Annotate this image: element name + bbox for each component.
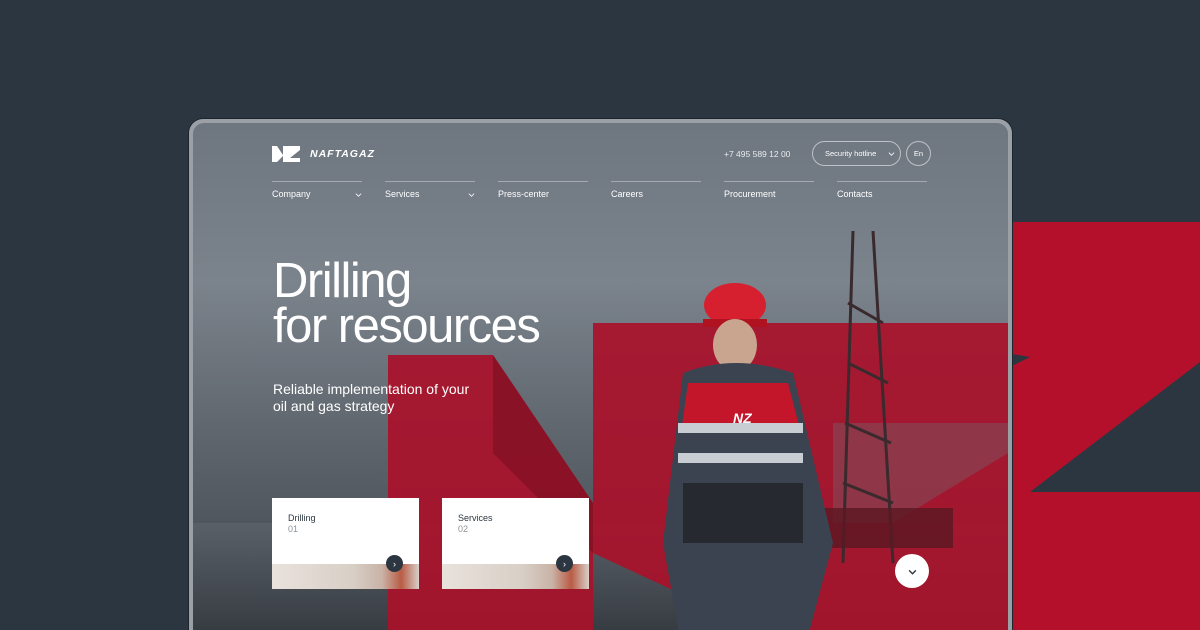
- main-nav: Company Services Press-center Careers Pr…: [272, 181, 927, 199]
- phone-number[interactable]: +7 495 589 12 00: [724, 149, 790, 159]
- chevron-down-icon: [468, 192, 475, 197]
- language-switch-button[interactable]: En: [906, 141, 931, 166]
- background-wedge: [1000, 352, 1200, 492]
- website-screen: NZ NAFTAGAZ +7 495 589 12 00 Security ho…: [193, 123, 1008, 630]
- hero-title: Drilling for resources: [273, 257, 541, 351]
- card-number: 01: [288, 524, 299, 534]
- hero-subtitle: Reliable implementation of your oil and …: [273, 381, 503, 415]
- nav-item-label: Careers: [611, 189, 644, 199]
- nav-item-contacts[interactable]: Contacts: [837, 181, 927, 199]
- scroll-down-button[interactable]: [895, 554, 929, 588]
- arrow-right-icon[interactable]: ›: [386, 555, 403, 572]
- card-title: Drilling: [288, 513, 316, 523]
- chevron-down-icon: [908, 569, 916, 575]
- nav-item-careers[interactable]: Careers: [611, 181, 701, 199]
- card-title: Services: [458, 513, 493, 523]
- card-services[interactable]: Services 02 ›: [442, 498, 589, 589]
- chevron-down-icon: [355, 192, 362, 197]
- logo[interactable]: NAFTAGAZ: [272, 146, 375, 162]
- laptop-frame: NZ NAFTAGAZ +7 495 589 12 00 Security ho…: [189, 119, 1012, 630]
- nav-item-services[interactable]: Services: [385, 181, 475, 199]
- card-number: 02: [458, 524, 469, 534]
- nav-item-label: Services: [385, 189, 420, 199]
- arrow-right-icon[interactable]: ›: [556, 555, 573, 572]
- brand-name: NAFTAGAZ: [310, 148, 375, 160]
- security-hotline-button[interactable]: Security hotline: [812, 141, 901, 166]
- nz-logo-icon: [272, 146, 300, 162]
- card-drilling[interactable]: Drilling 01 ›: [272, 498, 419, 589]
- nav-item-label: Procurement: [724, 189, 776, 199]
- nav-item-label: Press-center: [498, 189, 550, 199]
- nav-item-label: Contacts: [837, 189, 873, 199]
- svg-text:NZ: NZ: [733, 410, 752, 426]
- hero-subtitle-line1: Reliable implementation of your: [273, 381, 470, 397]
- hero-subtitle-line2: oil and gas strategy: [273, 398, 395, 414]
- nav-item-procurement[interactable]: Procurement: [724, 181, 814, 199]
- hotline-label: Security hotline: [825, 149, 877, 158]
- nav-item-press-center[interactable]: Press-center: [498, 181, 588, 199]
- nav-item-company[interactable]: Company: [272, 181, 362, 199]
- chevron-down-icon: [888, 152, 895, 156]
- hero-title-line2: for resources: [273, 299, 541, 353]
- nav-item-label: Company: [272, 189, 311, 199]
